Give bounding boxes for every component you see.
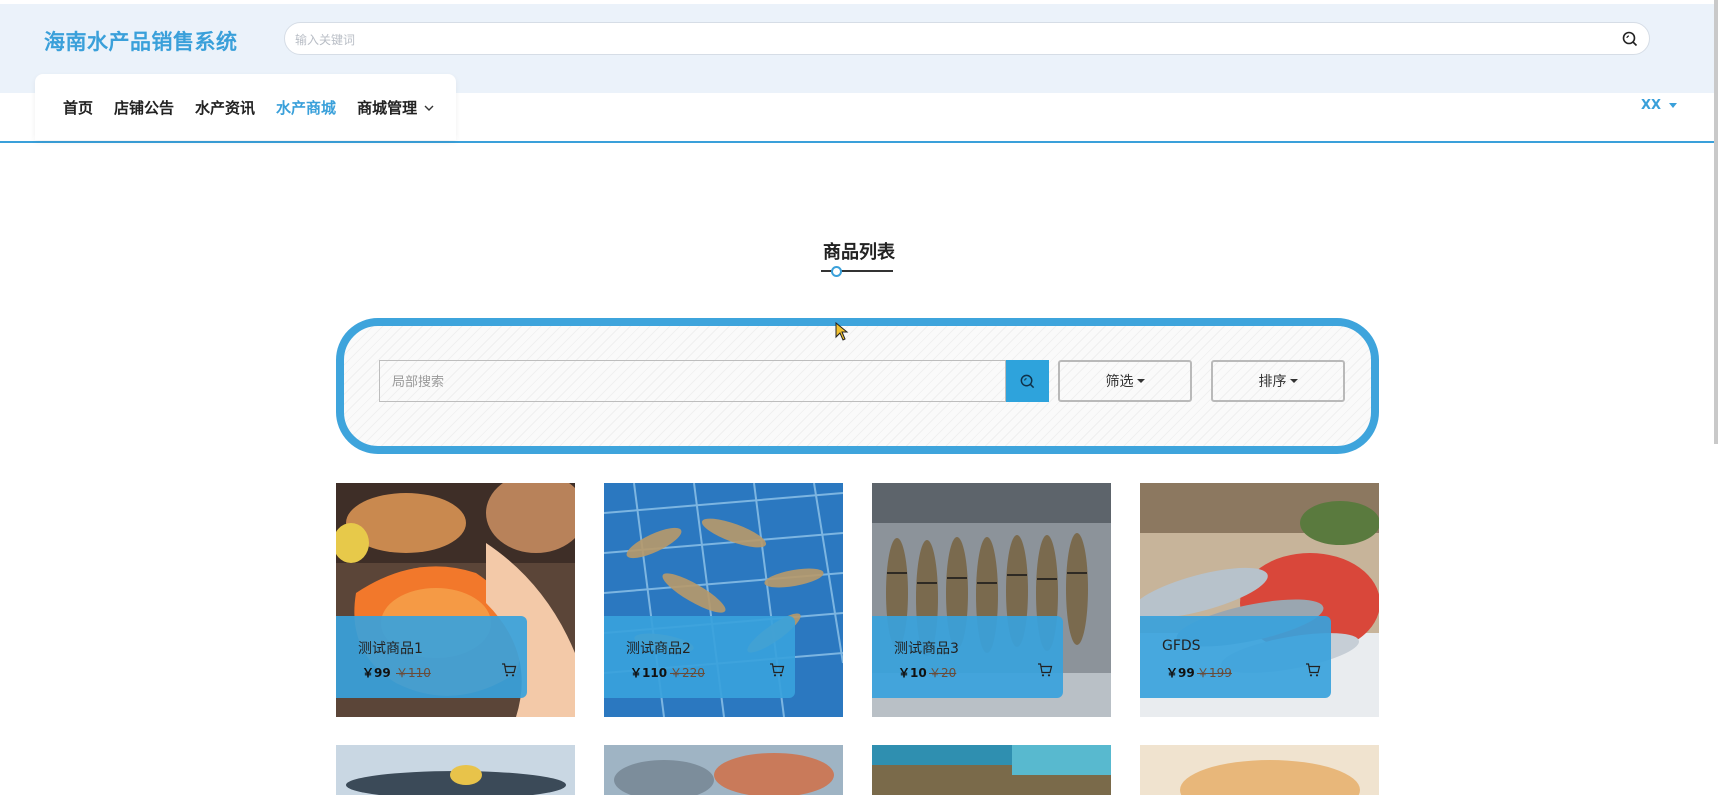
product-card[interactable]: GFDS ￥99 ￥199	[1140, 483, 1379, 717]
cart-icon[interactable]	[501, 662, 517, 678]
product-image	[604, 745, 843, 795]
cart-icon[interactable]	[769, 662, 785, 678]
product-price: ￥10	[898, 666, 927, 680]
search-icon[interactable]	[1621, 30, 1639, 48]
caret-down-icon	[1669, 103, 1678, 108]
title-dot	[831, 266, 842, 277]
global-search-input[interactable]	[293, 23, 1617, 56]
nav-item-home[interactable]: 首页	[63, 97, 93, 118]
sort-button[interactable]: 排序	[1211, 360, 1345, 402]
page-scrollbar[interactable]	[1714, 0, 1718, 444]
product-original-price: ￥220	[670, 666, 705, 680]
nav-item-mall[interactable]: 水产商城	[276, 97, 336, 118]
nav-item-news[interactable]: 水产资讯	[195, 97, 255, 118]
local-search-box[interactable]	[379, 360, 1006, 403]
product-name: 测试商品3	[894, 641, 959, 657]
section-title: 商品列表	[823, 242, 895, 263]
nav-item-announcements[interactable]: 店铺公告	[114, 97, 174, 118]
product-price: ￥99	[1166, 666, 1195, 680]
local-search-button[interactable]	[1006, 360, 1049, 402]
product-original-price: ￥20	[929, 666, 957, 680]
product-card[interactable]	[872, 745, 1111, 795]
product-card[interactable]	[336, 745, 575, 795]
caret-down-icon	[1136, 379, 1145, 383]
nav-item-mall-management[interactable]: 商城管理	[357, 97, 435, 118]
product-image	[336, 745, 575, 795]
cart-icon[interactable]	[1037, 662, 1053, 678]
nav-divider	[0, 141, 1718, 143]
cart-icon[interactable]	[1305, 662, 1321, 678]
product-original-price: ￥110	[396, 666, 431, 680]
mouse-cursor-icon	[835, 322, 849, 341]
main-nav: 首页 店铺公告 水产资讯 水产商城 商城管理	[63, 97, 456, 118]
caret-down-icon	[1289, 379, 1298, 383]
product-price: ￥99	[362, 666, 391, 680]
product-card[interactable]	[604, 745, 843, 795]
product-name: 测试商品1	[358, 641, 423, 657]
local-search-panel: 筛选 排序	[336, 318, 1379, 454]
product-image	[1140, 745, 1379, 795]
product-info: GFDS ￥99 ￥199	[1140, 616, 1331, 698]
search-icon	[1020, 374, 1035, 389]
product-original-price: ￥199	[1197, 666, 1232, 680]
site-title[interactable]: 海南水产品销售系统	[44, 26, 238, 56]
user-menu[interactable]: XX	[1641, 98, 1678, 113]
local-search-input[interactable]	[390, 361, 954, 403]
product-info: 测试商品1 ￥99 ￥110	[336, 616, 527, 698]
product-card[interactable]: 测试商品3 ￥10 ￥20	[872, 483, 1111, 717]
sort-label: 排序	[1258, 374, 1287, 390]
product-card[interactable]: 测试商品2 ￥110 ￥220	[604, 483, 843, 717]
product-name: 测试商品2	[626, 641, 691, 657]
product-price: ￥110	[630, 666, 668, 680]
user-name: XX	[1641, 98, 1662, 113]
product-card[interactable]: 测试商品1 ￥99 ￥110	[336, 483, 575, 717]
product-info: 测试商品2 ￥110 ￥220	[604, 616, 795, 698]
filter-button[interactable]: 筛选	[1058, 360, 1192, 402]
filter-label: 筛选	[1105, 374, 1134, 390]
product-card[interactable]	[1140, 745, 1379, 795]
product-name: GFDS	[1162, 638, 1201, 654]
product-image	[872, 745, 1111, 795]
global-search-box[interactable]	[284, 22, 1650, 56]
product-info: 测试商品3 ￥10 ￥20	[872, 616, 1063, 698]
nav-item-mall-management-label: 商城管理	[357, 99, 418, 117]
chevron-down-icon	[424, 105, 434, 111]
